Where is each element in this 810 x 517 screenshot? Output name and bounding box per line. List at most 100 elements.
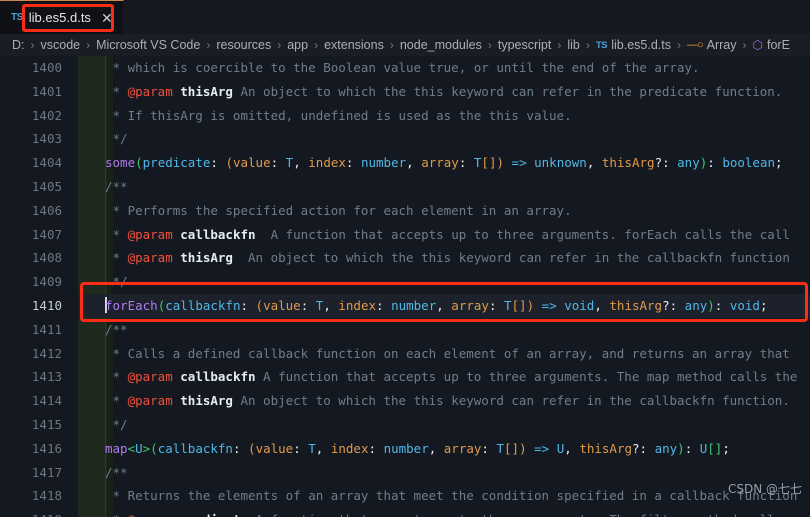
breadcrumb-item-array[interactable]: —○ Array <box>687 38 737 52</box>
code-line[interactable]: 1410 forEach(callbackfn: (value: T, index… <box>0 293 810 318</box>
code-token: : <box>488 297 504 313</box>
breadcrumb-label: resources <box>216 38 272 52</box>
code-token: * <box>105 83 128 99</box>
code-editor[interactable]: 1400 * which is coercible to the Boolean… <box>0 56 810 517</box>
line-content: map<U>(callbackfn: (value: T, index: num… <box>105 437 730 461</box>
breadcrumb-item-app[interactable]: app <box>287 38 308 52</box>
line-content: * @param thisArg An object to which the … <box>105 246 790 270</box>
breadcrumb-label: lib.es5.d.ts <box>611 38 671 52</box>
code-line[interactable]: 1401 * @param thisArg An object to which… <box>0 80 810 104</box>
breadcrumb-item-lib-es5-d-ts[interactable]: TS lib.es5.d.ts <box>596 38 671 52</box>
line-content: /** <box>105 175 128 199</box>
code-token: /** <box>105 464 128 480</box>
code-token: void <box>564 297 595 313</box>
breadcrumb-item-node-modules[interactable]: node_modules <box>400 38 482 52</box>
code-token: @param <box>128 512 173 517</box>
line-number: 1408 <box>31 250 62 266</box>
code-line[interactable]: 1408 * @param thisArg An object to which… <box>0 246 810 270</box>
code-line[interactable]: 1405 /** <box>0 175 810 199</box>
tab-label: lib.es5.d.ts <box>28 10 91 25</box>
line-number: 1415 <box>31 416 62 432</box>
code-token: number <box>383 440 429 456</box>
line-number: 1413 <box>31 369 62 385</box>
breadcrumb-separator: › <box>206 38 211 52</box>
code-line[interactable]: 1419 * @param predicate A function that … <box>0 508 810 517</box>
breadcrumb-item-fore[interactable]: ⬡ forE <box>753 38 790 52</box>
code-line[interactable]: 1417 /** <box>0 461 810 485</box>
code-token: [] <box>504 440 520 456</box>
code-token: => <box>504 155 535 171</box>
close-icon[interactable]: ✕ <box>101 11 113 25</box>
code-line[interactable]: 1418 * Returns the elements of an array … <box>0 484 810 508</box>
code-line[interactable]: 1416 map<U>(callbackfn: (value: T, index:… <box>0 437 810 461</box>
code-token: array <box>443 440 482 456</box>
typescript-file-icon: TS <box>595 39 608 51</box>
code-line[interactable]: 1404 some(predicate: (value: T, index: nu… <box>0 151 810 175</box>
line-content: * Performs the specified action for each… <box>105 199 572 223</box>
code-token: => <box>526 440 557 456</box>
code-token: */ <box>105 274 128 290</box>
code-line[interactable]: 1412 * Calls a defined callback function… <box>0 342 810 366</box>
code-token: forEach <box>105 297 158 313</box>
code-token: , <box>323 297 339 313</box>
code-token: * <box>105 369 128 385</box>
line-content: /** <box>105 461 128 485</box>
code-token: , <box>564 440 580 456</box>
code-token: [] <box>511 297 527 313</box>
code-token: */ <box>105 416 128 432</box>
code-token: T <box>504 297 512 313</box>
code-token: ) <box>496 155 505 171</box>
code-token: any <box>684 297 708 313</box>
line-content: * Returns the elements of an array that … <box>105 484 798 508</box>
code-line[interactable]: 1402 * If thisArg is omitted, undefined … <box>0 104 810 128</box>
breadcrumb-item-vscode[interactable]: vscode <box>41 38 81 52</box>
code-line[interactable]: 1407 * @param callbackfn A function that… <box>0 223 810 247</box>
code-token: : <box>684 440 700 456</box>
code-line[interactable]: 1406 * Performs the specified action for… <box>0 199 810 223</box>
code-line[interactable]: 1403 */ <box>0 127 810 151</box>
breadcrumb-label: typescript <box>497 38 552 52</box>
line-number: 1406 <box>31 202 62 218</box>
code-token: callbackfn <box>180 226 256 242</box>
code-token: A function that accepts up to three argu… <box>248 512 783 517</box>
breadcrumb-item-d[interactable]: D: <box>12 38 25 52</box>
code-token: predicate <box>180 512 248 517</box>
breadcrumb-label: Array <box>706 38 737 52</box>
code-token: thisArg <box>601 155 655 171</box>
breadcrumb-item-typescript[interactable]: typescript <box>498 38 552 52</box>
code-line[interactable]: 1400 * which is coercible to the Boolean… <box>0 56 810 80</box>
code-lines[interactable]: 1400 * which is coercible to the Boolean… <box>0 56 810 517</box>
breadcrumb[interactable]: D: › vscode › Microsoft VS Code › resources › ap… <box>0 34 810 56</box>
code-token: thisArg <box>180 250 233 266</box>
code-line[interactable]: 1409 */ <box>0 270 810 294</box>
line-number: 1402 <box>31 107 62 123</box>
code-token: */ <box>105 131 128 147</box>
breadcrumb-separator: › <box>30 38 35 52</box>
code-line[interactable]: 1411 /** <box>0 318 810 342</box>
code-token: [] <box>481 155 497 171</box>
code-token: callbackfn <box>165 297 241 313</box>
code-token: , <box>586 155 602 171</box>
code-token: ( <box>150 440 158 456</box>
breadcrumb-item-resources[interactable]: resources <box>216 38 271 52</box>
line-number: 1414 <box>31 393 62 409</box>
editor-tab-lib-es5-d-ts[interactable]: TS lib.es5.d.ts ✕ <box>0 0 124 34</box>
code-token: value <box>255 440 294 456</box>
code-token: U <box>135 440 143 456</box>
code-token: number <box>391 297 437 313</box>
code-token: ) <box>707 297 715 313</box>
breadcrumb-item-extensions[interactable]: extensions <box>324 38 384 52</box>
code-line[interactable]: 1415 */ <box>0 413 810 437</box>
code-line[interactable]: 1413 * @param callbackfn A function that… <box>0 365 810 389</box>
code-token: ; <box>722 440 730 456</box>
code-token: ) <box>677 440 685 456</box>
code-line[interactable]: 1414 * @param thisArg An object to which… <box>0 389 810 413</box>
code-token: T <box>308 440 316 456</box>
code-token: , <box>293 155 309 171</box>
code-token: An object to which the this keyword can … <box>232 250 790 266</box>
line-content: * @param callbackfn A function that acce… <box>105 223 790 247</box>
line-number: 1409 <box>31 274 62 290</box>
line-number: 1404 <box>31 155 62 171</box>
breadcrumb-item-lib[interactable]: lib <box>567 38 580 52</box>
breadcrumb-item-microsoft-vs-code[interactable]: Microsoft VS Code <box>96 38 200 52</box>
